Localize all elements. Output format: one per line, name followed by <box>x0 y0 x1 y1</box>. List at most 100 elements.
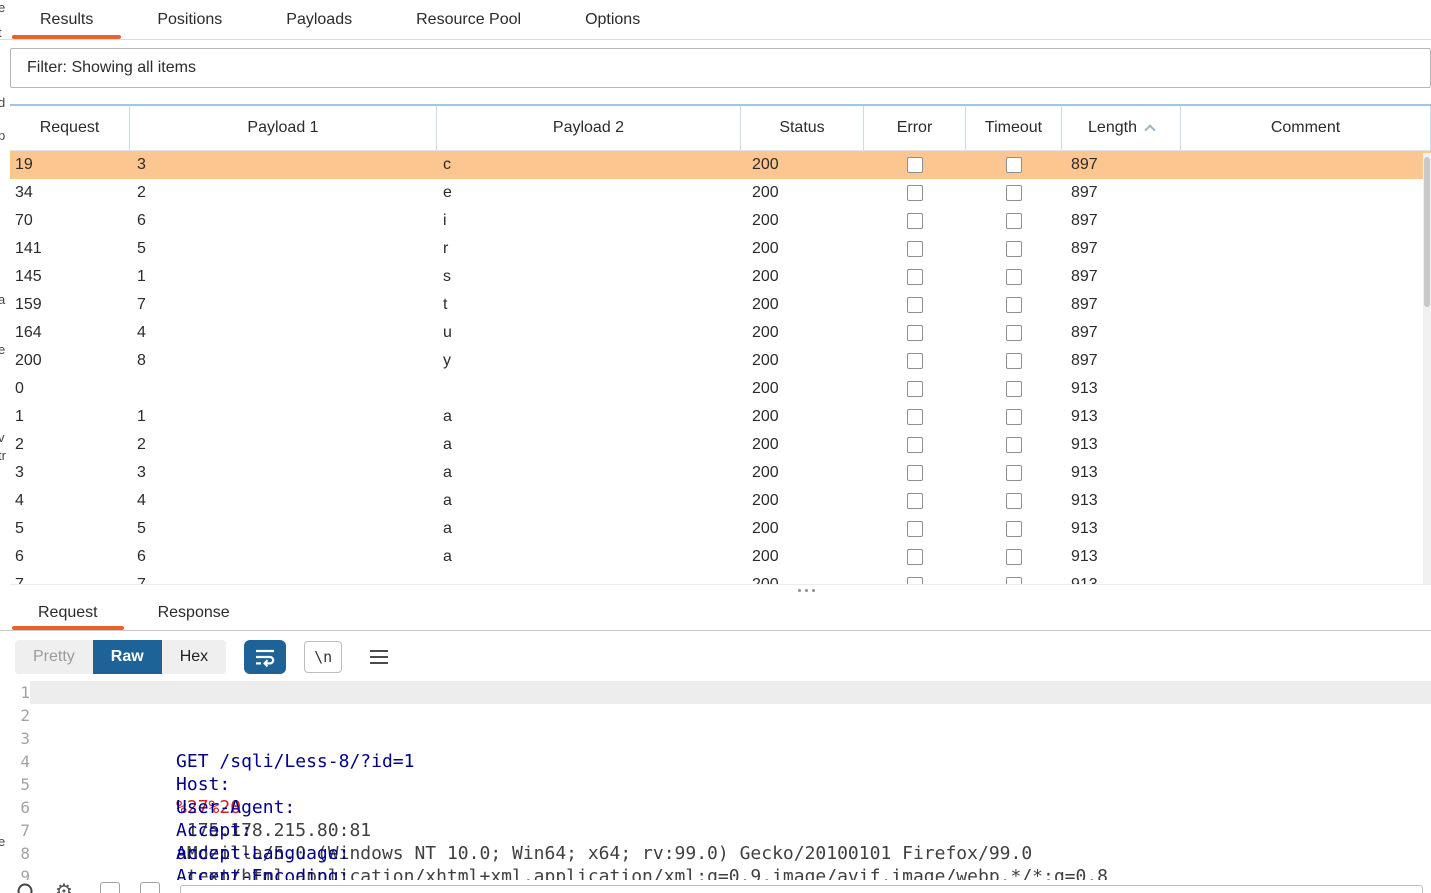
cell-length: 913 <box>1071 576 1098 585</box>
column-header[interactable]: Request <box>10 106 130 150</box>
table-row[interactable]: 7 7 200 913 <box>10 571 1431 585</box>
cell-timeout <box>966 409 1062 425</box>
search-input[interactable] <box>180 885 1423 893</box>
error-checkbox[interactable] <box>907 493 923 509</box>
line-number: 2 <box>0 704 30 727</box>
cell-request: 34 <box>15 184 33 201</box>
column-header-label: Request <box>39 119 100 136</box>
table-scrollbar[interactable] <box>1423 153 1431 584</box>
timeout-checkbox[interactable] <box>1006 213 1022 229</box>
cell-payload1: 3 <box>137 156 146 173</box>
column-header-label: Error <box>896 119 933 136</box>
table-row[interactable]: 19 3 c 200 897 <box>10 151 1431 179</box>
table-row[interactable]: 200 8 y 200 897 <box>10 347 1431 375</box>
request-editor[interactable]: 1 GET /sqli/Less-8/?id=1 %27%20 and %20 … <box>0 681 1431 880</box>
column-header[interactable]: Payload 2 <box>437 106 741 150</box>
error-checkbox[interactable] <box>907 521 923 537</box>
main-tab[interactable]: Resource Pool <box>384 0 553 39</box>
code-line: 1 GET /sqli/Less-8/?id=1 %27%20 and %20 … <box>0 681 1431 864</box>
timeout-checkbox[interactable] <box>1006 521 1022 537</box>
main-tab[interactable]: Positions <box>125 0 254 39</box>
column-header[interactable]: Timeout <box>966 106 1062 150</box>
timeout-checkbox[interactable] <box>1006 409 1022 425</box>
cell-length: 913 <box>1071 492 1098 509</box>
timeout-checkbox[interactable] <box>1006 493 1022 509</box>
error-checkbox[interactable] <box>907 157 923 173</box>
timeout-checkbox[interactable] <box>1006 269 1022 285</box>
timeout-checkbox[interactable] <box>1006 185 1022 201</box>
cell-length: 913 <box>1071 408 1098 425</box>
cell-status: 200 <box>752 520 779 537</box>
column-header[interactable]: Error <box>864 106 966 150</box>
table-row[interactable]: 3 3 a 200 913 <box>10 459 1431 487</box>
main-tab[interactable]: Payloads <box>254 0 384 39</box>
table-row[interactable]: 70 6 i 200 897 <box>10 207 1431 235</box>
cell-status: 200 <box>752 380 779 397</box>
timeout-checkbox[interactable] <box>1006 465 1022 481</box>
code-line: 5 Accept-Language: zh-CN,zh;q=0.8,zh-TW;… <box>0 773 1431 864</box>
error-checkbox[interactable] <box>907 213 923 229</box>
error-checkbox[interactable] <box>907 437 923 453</box>
cell-request: 164 <box>15 324 42 341</box>
cell-payload2: c <box>443 156 451 173</box>
table-row[interactable]: 2 2 a 200 913 <box>10 431 1431 459</box>
error-checkbox[interactable] <box>907 381 923 397</box>
table-row[interactable]: 5 5 a 200 913 <box>10 515 1431 543</box>
error-checkbox[interactable] <box>907 297 923 313</box>
column-header[interactable]: Payload 1 <box>130 106 437 150</box>
timeout-checkbox[interactable] <box>1006 325 1022 341</box>
timeout-checkbox[interactable] <box>1006 381 1022 397</box>
search-option-box-2[interactable] <box>140 882 160 893</box>
timeout-checkbox[interactable] <box>1006 157 1022 173</box>
search-icon[interactable] <box>16 882 38 893</box>
column-header[interactable]: Length <box>1062 106 1181 150</box>
table-row[interactable]: 145 1 s 200 897 <box>10 263 1431 291</box>
table-row[interactable]: 141 5 r 200 897 <box>10 235 1431 263</box>
main-tab[interactable]: Results <box>8 0 125 39</box>
error-checkbox[interactable] <box>907 325 923 341</box>
filter-bar[interactable]: Filter: Showing all items <box>10 48 1431 88</box>
column-header-label: Payload 1 <box>247 119 319 136</box>
message-tab[interactable]: Response <box>128 595 260 630</box>
table-row[interactable]: 164 4 u 200 897 <box>10 319 1431 347</box>
raw-button[interactable]: Raw <box>92 640 162 674</box>
table-row[interactable]: 1 1 a 200 913 <box>10 403 1431 431</box>
hex-button[interactable]: Hex <box>161 640 227 674</box>
table-scrollbar-thumb[interactable] <box>1424 157 1430 307</box>
error-checkbox[interactable] <box>907 465 923 481</box>
timeout-checkbox[interactable] <box>1006 549 1022 565</box>
cell-length: 913 <box>1071 464 1098 481</box>
message-tab[interactable]: Request <box>8 595 128 630</box>
error-checkbox[interactable] <box>907 353 923 369</box>
error-checkbox[interactable] <box>907 577 923 584</box>
main-tab[interactable]: Options <box>553 0 672 39</box>
table-row[interactable]: 34 2 e 200 897 <box>10 179 1431 207</box>
table-row[interactable]: 4 4 a 200 913 <box>10 487 1431 515</box>
code-line: 6 Accept-Encoding: gzip, deflate <box>0 796 1431 880</box>
table-row[interactable]: 159 7 t 200 897 <box>10 291 1431 319</box>
show-newlines-button[interactable]: \n <box>304 641 343 673</box>
column-header[interactable]: Status <box>741 106 864 150</box>
error-checkbox[interactable] <box>907 409 923 425</box>
search-settings-gear-icon[interactable]: ⚙ <box>55 882 73 893</box>
column-header[interactable]: Comment <box>1181 106 1431 150</box>
timeout-checkbox[interactable] <box>1006 437 1022 453</box>
message-tab-label: Response <box>157 603 230 621</box>
timeout-checkbox[interactable] <box>1006 297 1022 313</box>
error-checkbox[interactable] <box>907 269 923 285</box>
search-option-box-1[interactable] <box>100 882 120 893</box>
error-checkbox[interactable] <box>907 241 923 257</box>
timeout-checkbox[interactable] <box>1006 577 1022 584</box>
table-row[interactable]: 0 200 913 <box>10 375 1431 403</box>
timeout-checkbox[interactable] <box>1006 241 1022 257</box>
error-checkbox[interactable] <box>907 549 923 565</box>
pane-splitter[interactable] <box>0 585 1431 595</box>
error-checkbox[interactable] <box>907 185 923 201</box>
word-wrap-button[interactable] <box>244 640 287 674</box>
pretty-button[interactable]: Pretty <box>15 640 93 674</box>
table-row[interactable]: 6 6 a 200 913 <box>10 543 1431 571</box>
line-number: 9 <box>0 865 30 880</box>
cell-timeout <box>966 269 1062 285</box>
editor-menu-button[interactable] <box>360 640 398 674</box>
timeout-checkbox[interactable] <box>1006 353 1022 369</box>
